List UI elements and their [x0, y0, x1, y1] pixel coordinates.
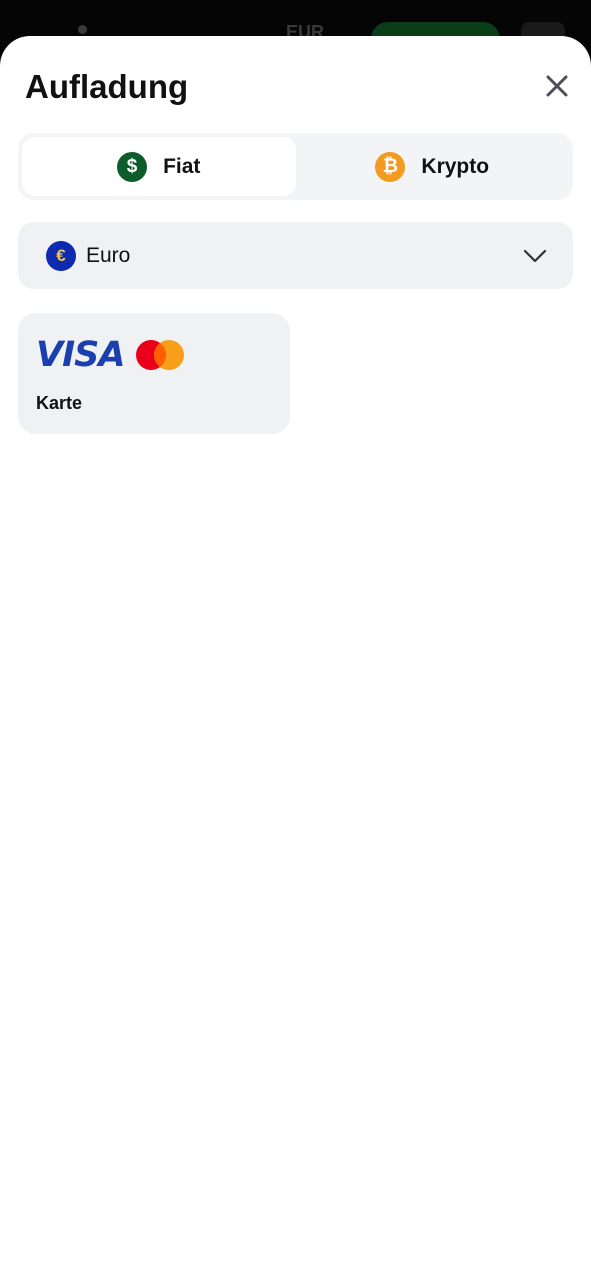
close-icon	[546, 75, 568, 97]
close-button[interactable]	[539, 68, 575, 104]
euro-coin-icon: €	[46, 240, 76, 271]
sheet-title: Aufladung	[25, 68, 189, 105]
payment-method-label: Karte	[36, 393, 83, 413]
tab-krypto-label: Krypto	[421, 154, 490, 178]
mastercard-logo	[136, 340, 184, 370]
payment-type-tabs: $ Fiat ₿ Krypto	[18, 133, 573, 200]
tab-fiat-label: Fiat	[163, 154, 201, 178]
currency-select-value: Euro	[86, 243, 131, 267]
currency-select[interactable]: € Euro	[18, 222, 573, 289]
payment-method-card[interactable]: VISA Karte	[18, 313, 290, 434]
deposit-sheet: Aufladung $ Fiat ₿ Krypto € Euro VISA Ka…	[0, 36, 591, 1280]
tab-krypto[interactable]: ₿ Krypto	[296, 137, 570, 196]
tab-fiat[interactable]: $ Fiat	[22, 137, 296, 196]
chevron-down-icon	[523, 249, 547, 262]
visa-logo: VISA	[36, 335, 125, 375]
bitcoin-icon: ₿	[375, 151, 406, 182]
background-menu-dot	[78, 25, 87, 34]
dollar-coin-icon: $	[117, 151, 148, 182]
